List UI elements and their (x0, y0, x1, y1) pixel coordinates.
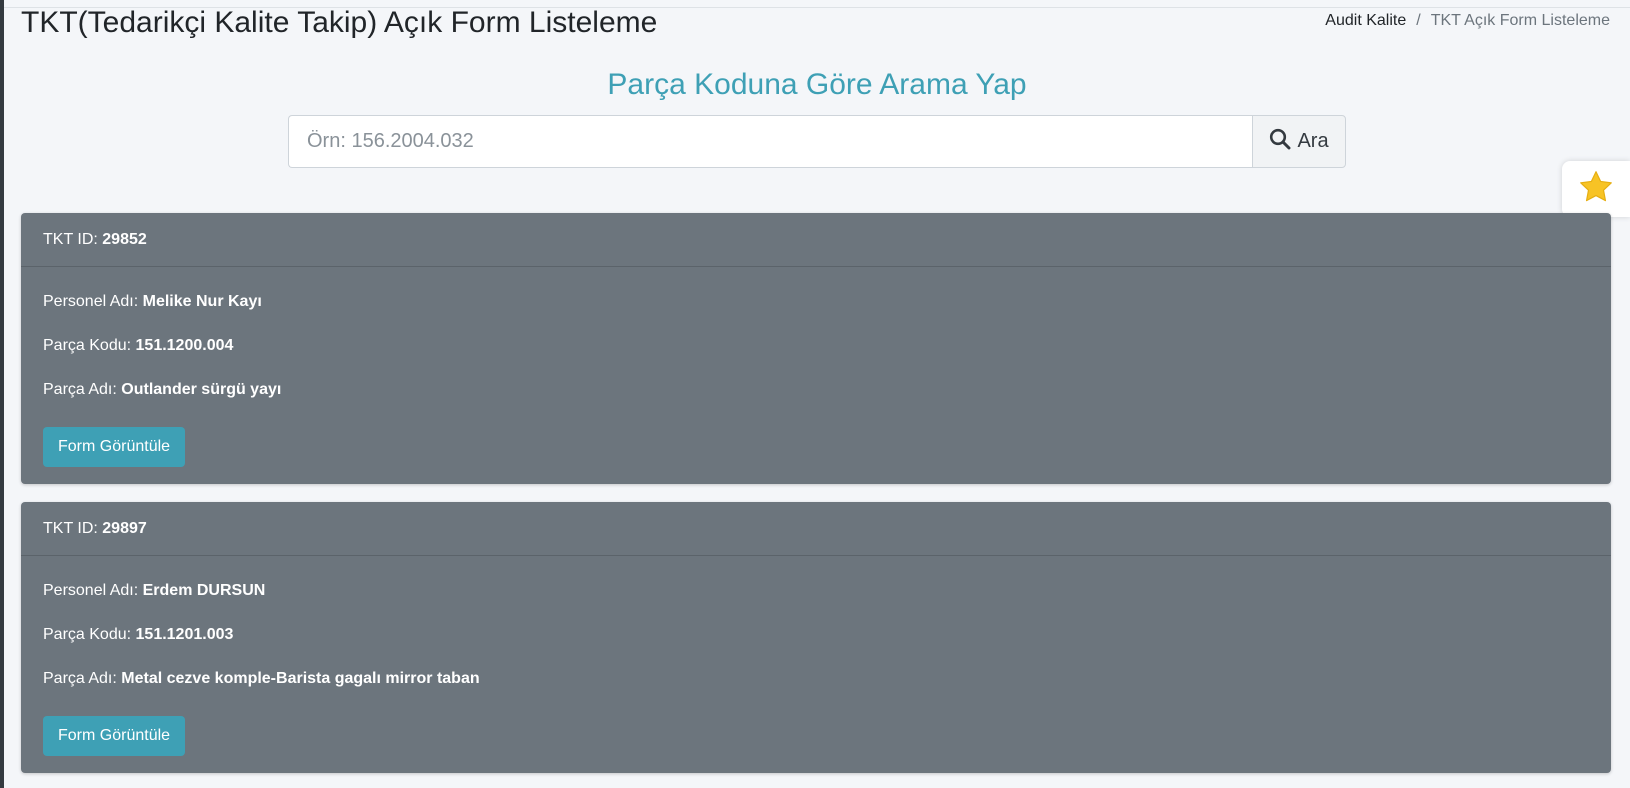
tkt-id-label: TKT ID: (43, 230, 98, 248)
parca-adi-label: Parça Adı: (43, 381, 117, 398)
search-group: Ara (288, 115, 1346, 168)
search-button-label: Ara (1297, 130, 1329, 152)
personel-field: Personel Adı: Erdem DURSUN (43, 582, 1589, 626)
tkt-id-label: TKT ID: (43, 519, 98, 537)
parca-kodu-label: Parça Kodu: (43, 337, 132, 354)
form-card: TKT ID: 29852 Personel Adı: Melike Nur K… (21, 213, 1611, 484)
parca-kodu-value: 151.1201.003 (135, 626, 234, 643)
star-icon (1578, 169, 1614, 210)
parca-kodu-value: 151.1200.004 (135, 337, 234, 354)
parca-kodu-field: Parça Kodu: 151.1200.004 (43, 337, 1589, 381)
personel-value: Erdem DURSUN (142, 582, 266, 599)
card-header: TKT ID: 29852 (21, 213, 1611, 267)
search-icon (1269, 128, 1291, 156)
part-code-search-input[interactable] (288, 115, 1252, 168)
breadcrumb-item-current: TKT Açık Form Listeleme (1430, 12, 1610, 29)
tkt-id-value: 29897 (102, 519, 147, 537)
view-form-button[interactable]: Form Görüntüle (43, 716, 186, 756)
personel-field: Personel Adı: Melike Nur Kayı (43, 293, 1589, 337)
card-body: Personel Adı: Melike Nur Kayı Parça Kodu… (21, 267, 1611, 467)
search-button[interactable]: Ara (1252, 115, 1346, 168)
form-card: TKT ID: 29897 Personel Adı: Erdem DURSUN… (21, 502, 1611, 773)
parca-adi-field: Parça Adı: Metal cezve komple-Barista ga… (43, 670, 1589, 714)
card-body: Personel Adı: Erdem DURSUN Parça Kodu: 1… (21, 556, 1611, 756)
parca-kodu-label: Parça Kodu: (43, 626, 132, 643)
view-form-button[interactable]: Form Görüntüle (43, 427, 186, 467)
personel-value: Melike Nur Kayı (142, 293, 262, 310)
page: TKT(Tedarikçi Kalite Takip) Açık Form Li… (0, 0, 1630, 788)
breadcrumb-item-audit-kalite[interactable]: Audit Kalite (1325, 12, 1406, 30)
card-header: TKT ID: 29897 (21, 502, 1611, 556)
breadcrumb-separator: / (1416, 12, 1421, 29)
parca-adi-label: Parça Adı: (43, 670, 117, 687)
parca-adi-value: Outlander sürgü yayı (121, 381, 282, 398)
breadcrumb: Audit Kalite / TKT Açık Form Listeleme (1325, 12, 1610, 30)
personel-label: Personel Adı: (43, 582, 139, 599)
parca-kodu-field: Parça Kodu: 151.1201.003 (43, 626, 1589, 670)
personel-label: Personel Adı: (43, 293, 139, 310)
parca-adi-value: Metal cezve komple-Barista gagalı mirror… (121, 670, 480, 687)
search-heading: Parça Koduna Göre Arama Yap (607, 68, 1027, 101)
favorites-tab[interactable] (1562, 161, 1630, 217)
parca-adi-field: Parça Adı: Outlander sürgü yayı (43, 381, 1589, 425)
page-title: TKT(Tedarikçi Kalite Takip) Açık Form Li… (21, 6, 658, 39)
tkt-id-value: 29852 (102, 230, 147, 248)
